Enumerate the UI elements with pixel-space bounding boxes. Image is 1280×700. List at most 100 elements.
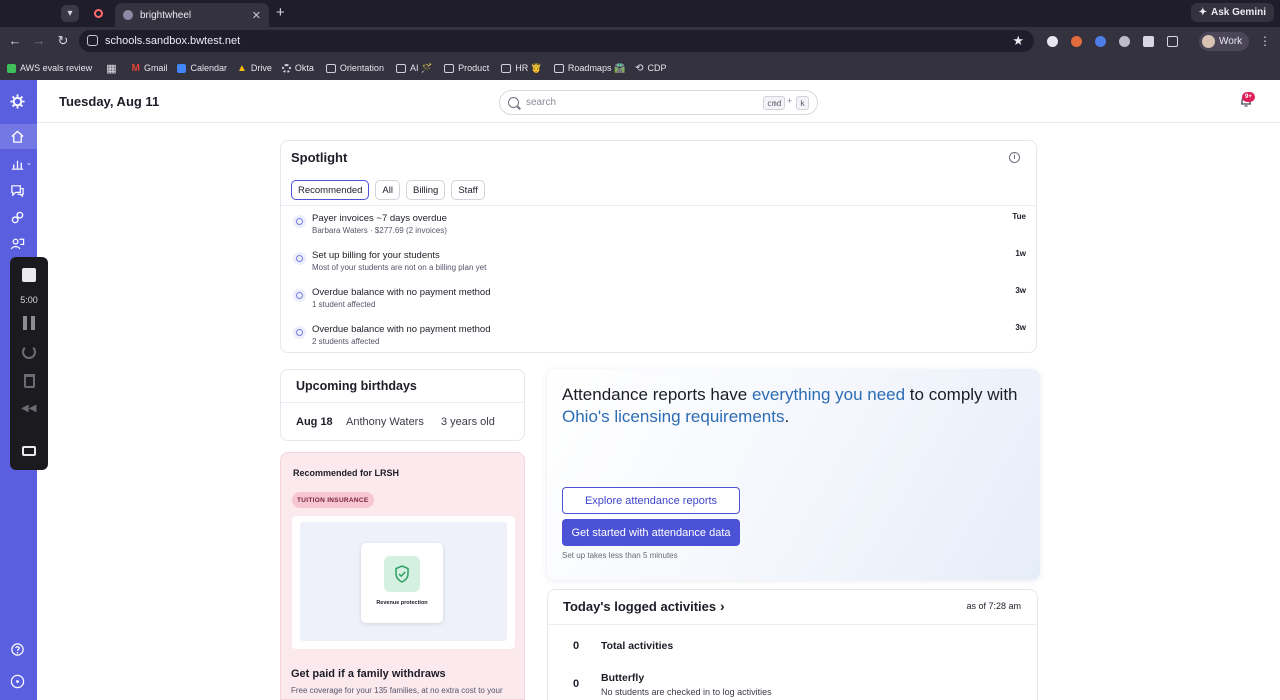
browser-tabstrip: ▾ brightwheel ✕ + ✦ Ask Gemini bbox=[0, 0, 1280, 27]
tab-all[interactable]: All bbox=[375, 180, 400, 200]
bookmark-aws-evals[interactable]: AWS evals review bbox=[7, 63, 92, 73]
site-info-icon[interactable] bbox=[87, 35, 98, 46]
bookmark-cdp[interactable]: ⟲ CDP bbox=[635, 63, 666, 74]
tab-search-button[interactable]: ▾ bbox=[61, 5, 79, 22]
pause-icon[interactable] bbox=[23, 316, 35, 330]
tab-title: brightwheel bbox=[140, 9, 192, 21]
tab-billing[interactable]: Billing bbox=[405, 180, 446, 200]
activities-timestamp: as of 7:28 am bbox=[966, 601, 1021, 611]
search-input[interactable]: search cmd + k bbox=[499, 90, 818, 115]
extension-4-icon[interactable] bbox=[1119, 36, 1130, 47]
bookmark-drive[interactable]: ▲ Drive bbox=[237, 63, 272, 74]
extension-2-icon[interactable] bbox=[1071, 36, 1082, 47]
camera-icon[interactable] bbox=[22, 446, 36, 456]
reload-icon[interactable]: ↻ bbox=[55, 33, 71, 49]
gmail-icon: M bbox=[131, 62, 140, 74]
brightwheel-logo-icon[interactable] bbox=[8, 92, 26, 110]
activities-title[interactable]: Today's logged activities bbox=[563, 599, 716, 614]
home-icon[interactable] bbox=[8, 127, 26, 145]
browser-tab-brightwheel[interactable]: brightwheel ✕ bbox=[115, 3, 269, 27]
bookmarks-bar: AWS evals review ▦ M Gmail Calendar ▲ Dr… bbox=[0, 56, 1280, 80]
spotlight-item-subtitle: 2 students affected bbox=[312, 337, 380, 346]
spotlight-item[interactable]: Payer invoices ~7 days overdue Barbara W… bbox=[281, 212, 1036, 248]
billing-link-icon bbox=[293, 289, 306, 302]
help-icon[interactable] bbox=[8, 640, 26, 658]
upcoming-birthdays-card: Upcoming birthdays Aug 18 Anthony Waters… bbox=[280, 369, 525, 441]
user-avatar-icon[interactable] bbox=[8, 672, 26, 690]
spotlight-item[interactable]: Overdue balance with no payment method 1… bbox=[281, 286, 1036, 322]
promo-subtext: Free coverage for your 135 families, at … bbox=[291, 686, 503, 695]
ask-gemini-button[interactable]: ✦ Ask Gemini bbox=[1190, 3, 1274, 22]
back-arrow-icon[interactable]: ← bbox=[7, 33, 23, 48]
sparkle-icon: ✦ bbox=[1198, 7, 1207, 18]
okta-icon bbox=[281, 63, 291, 73]
kbd-plus: + bbox=[787, 96, 793, 106]
get-started-attendance-button[interactable]: Get started with attendance data bbox=[562, 519, 740, 546]
forward-arrow-icon[interactable]: → bbox=[31, 33, 47, 48]
hero-text-part: to comply with bbox=[905, 385, 1018, 404]
promo-headline: Get paid if a family withdraws bbox=[291, 668, 446, 680]
restart-icon[interactable] bbox=[22, 345, 36, 359]
trash-icon[interactable] bbox=[24, 374, 35, 388]
chevron-right-icon[interactable]: › bbox=[720, 598, 725, 614]
billing-link-icon[interactable] bbox=[8, 208, 26, 226]
bookmark-hr[interactable]: HR 🤴 bbox=[501, 63, 542, 74]
billing-link-icon bbox=[293, 215, 306, 228]
stop-recording-icon[interactable] bbox=[22, 268, 36, 282]
bookmark-star-icon[interactable]: ★ bbox=[1012, 33, 1024, 49]
new-tab-button[interactable]: + bbox=[276, 4, 285, 21]
bookmark-roadmaps[interactable]: Roadmaps 🛣️ bbox=[553, 63, 625, 74]
bookmark-calendar[interactable]: Calendar bbox=[177, 63, 227, 73]
more-menu-icon[interactable]: ⋮ bbox=[1259, 34, 1271, 48]
spotlight-item-time: 3w bbox=[1015, 286, 1026, 295]
spotlight-item-title: Set up billing for your students bbox=[312, 250, 440, 261]
bookmark-label: Gmail bbox=[143, 63, 168, 73]
reports-chart-icon[interactable] bbox=[8, 154, 26, 172]
bookmark-product[interactable]: Product bbox=[444, 63, 489, 73]
folder-icon bbox=[553, 63, 564, 73]
bookmark-label: Calendar bbox=[190, 63, 227, 73]
explore-attendance-reports-button[interactable]: Explore attendance reports bbox=[562, 487, 740, 514]
bookmark-label: Orientation bbox=[339, 63, 384, 73]
ask-gemini-label: Ask Gemini bbox=[1210, 7, 1266, 18]
address-bar[interactable]: schools.sandbox.bwtest.net ★ bbox=[79, 30, 1034, 52]
extension-5-icon[interactable] bbox=[1143, 36, 1154, 47]
search-placeholder: search bbox=[526, 97, 557, 108]
extension-3-icon[interactable] bbox=[1095, 36, 1106, 47]
app-header: Tuesday, Aug 11 search cmd + k 9+ bbox=[37, 80, 1280, 123]
attendance-reports-hero: Attendance reports have everything you n… bbox=[547, 369, 1040, 580]
folder-icon bbox=[325, 63, 336, 73]
tab-recommended[interactable]: Recommended bbox=[291, 180, 370, 200]
apps-grid-icon[interactable]: ▦ bbox=[106, 62, 116, 75]
birthday-age: 3 years old bbox=[441, 416, 495, 428]
bookmark-orientation[interactable]: Orientation bbox=[325, 63, 384, 73]
folder-icon bbox=[395, 63, 406, 73]
promo-label: Recommended for LRSH bbox=[293, 468, 400, 478]
birthday-date: Aug 18 bbox=[296, 416, 333, 428]
birthdays-title: Upcoming birthdays bbox=[296, 379, 417, 393]
spotlight-item-subtitle: Most of your students are not on a billi… bbox=[312, 263, 487, 272]
profile-button[interactable]: Work bbox=[1199, 32, 1250, 51]
spotlight-title: Spotlight bbox=[291, 150, 348, 165]
brightwheel-app: ⌄ 5:00 ◀◀ Tuesday, Aug 11 search cmd + k… bbox=[0, 80, 1280, 700]
bookmark-ai[interactable]: AI 🪄 bbox=[395, 63, 432, 74]
illustration-caption: Revenue protection bbox=[376, 600, 428, 606]
bookmark-gmail[interactable]: M Gmail bbox=[132, 63, 168, 74]
people-icon[interactable] bbox=[8, 234, 26, 252]
promo-illustration: Revenue protection bbox=[292, 516, 515, 649]
spotlight-item[interactable]: Set up billing for your students Most of… bbox=[281, 249, 1036, 285]
tab-close-icon[interactable]: ✕ bbox=[252, 9, 261, 22]
tab-staff[interactable]: Staff bbox=[451, 180, 485, 200]
browser-toolbar: ← → ↻ schools.sandbox.bwtest.net ★ Work … bbox=[0, 27, 1280, 56]
rewind-icon[interactable]: ◀◀ bbox=[21, 403, 36, 414]
info-icon[interactable]: i bbox=[1009, 152, 1020, 163]
spotlight-item[interactable]: Overdue balance with no payment method 2… bbox=[281, 323, 1036, 359]
birthday-student-name[interactable]: Anthony Waters bbox=[346, 416, 424, 428]
page-date: Tuesday, Aug 11 bbox=[59, 94, 160, 109]
extensions-puzzle-icon[interactable] bbox=[1167, 36, 1178, 47]
messages-icon[interactable] bbox=[8, 181, 26, 199]
bookmark-okta[interactable]: Okta bbox=[281, 63, 314, 73]
tuition-insurance-promo-card[interactable]: Recommended for LRSH TUITION INSURANCE R… bbox=[280, 452, 525, 700]
extension-1-icon[interactable] bbox=[1047, 36, 1058, 47]
butterfly-room-label[interactable]: Butterfly bbox=[601, 672, 644, 684]
